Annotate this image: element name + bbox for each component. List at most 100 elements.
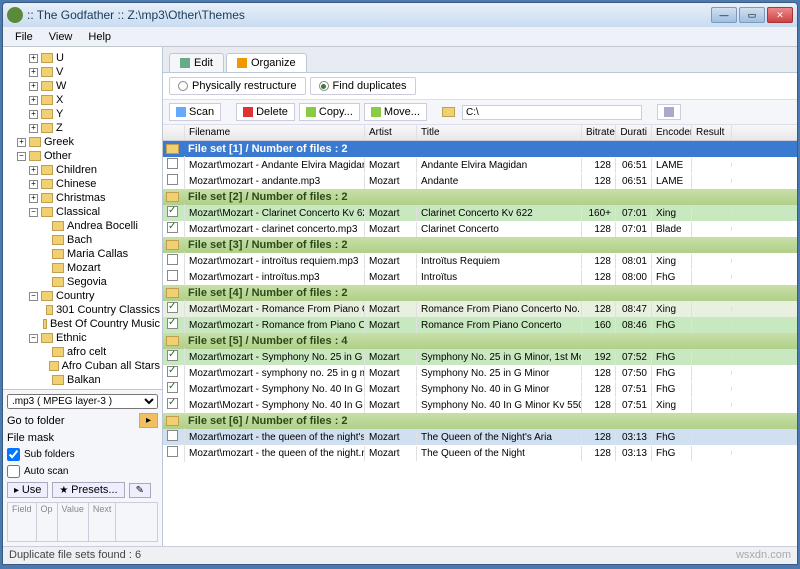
file-row[interactable]: Mozart\mozart - Andante Elvira Magidan.m… — [163, 157, 797, 173]
tree-node[interactable]: +Z — [5, 121, 160, 135]
row-checkbox[interactable] — [167, 398, 178, 409]
grid-header[interactable]: Filename Artist Title Bitrate Durati Enc… — [163, 125, 797, 141]
format-select[interactable]: .mp3 ( MPEG layer-3 ) — [7, 394, 158, 409]
tree-node[interactable]: −Other — [5, 149, 160, 163]
col-duration[interactable]: Durati — [616, 125, 652, 140]
col-artist[interactable]: Artist — [365, 125, 417, 140]
maximize-button[interactable]: ▭ — [739, 7, 765, 23]
folder-icon — [442, 107, 455, 117]
goto-button[interactable]: ▸ — [139, 413, 158, 428]
window-title: :: The Godfather :: Z:\mp3\Other\Themes — [27, 8, 711, 22]
tree-node[interactable]: 301 Country Classics — [5, 303, 160, 317]
tree-node[interactable]: Best Of Country Music — [5, 317, 160, 331]
tree-node[interactable]: +Y — [5, 107, 160, 121]
file-row[interactable]: Mozart\mozart - Romance from Piano Conce… — [163, 317, 797, 333]
row-checkbox[interactable] — [167, 382, 178, 393]
file-row[interactable]: Mozart\mozart - the queen of the night's… — [163, 429, 797, 445]
row-checkbox[interactable] — [167, 254, 178, 265]
col-filename[interactable]: Filename — [185, 125, 365, 140]
menu-help[interactable]: Help — [80, 29, 119, 45]
tree-node[interactable]: −Classical — [5, 205, 160, 219]
tab-edit[interactable]: Edit — [169, 53, 224, 72]
tree-node[interactable]: +X — [5, 93, 160, 107]
use-button[interactable]: ▸ Use — [7, 482, 48, 498]
tree-node[interactable]: +W — [5, 79, 160, 93]
app-icon — [7, 7, 23, 23]
settings-button[interactable] — [657, 104, 681, 120]
tree-node[interactable]: +Children — [5, 163, 160, 177]
row-checkbox[interactable] — [167, 350, 178, 361]
tree-node[interactable]: Segovia — [5, 275, 160, 289]
folder-tree[interactable]: +U+V+W+X+Y+Z+Greek−Other+Children+Chines… — [3, 47, 162, 389]
row-checkbox[interactable] — [167, 222, 178, 233]
tree-node[interactable]: +Chinese — [5, 177, 160, 191]
tree-node[interactable]: +V — [5, 65, 160, 79]
sub-tabs: Physically restructure Find duplicates — [163, 73, 797, 100]
col-result[interactable]: Result — [692, 125, 732, 140]
edit-preset-button[interactable]: ✎ — [129, 483, 151, 498]
file-row[interactable]: Mozart\mozart - Symphony No. 25 in G Min… — [163, 349, 797, 365]
col-bitrate[interactable]: Bitrate — [582, 125, 616, 140]
results-grid[interactable]: Filename Artist Title Bitrate Durati Enc… — [163, 125, 797, 546]
scan-button[interactable]: Scan — [169, 103, 221, 121]
file-row[interactable]: Mozart\mozart - Symphony No. 40 In G Min… — [163, 381, 797, 397]
left-pane: +U+V+W+X+Y+Z+Greek−Other+Children+Chines… — [3, 47, 163, 546]
col-encoder[interactable]: Encoder — [652, 125, 692, 140]
tree-node[interactable]: Afro Cuban all Stars — [5, 359, 160, 373]
autoscan-check[interactable] — [7, 465, 20, 478]
tree-node[interactable]: −Ethnic — [5, 331, 160, 345]
delete-button[interactable]: Delete — [236, 103, 295, 121]
tree-node[interactable]: afro celt — [5, 345, 160, 359]
filter-grid[interactable]: FieldOpValueNext — [7, 502, 158, 542]
menu-view[interactable]: View — [41, 29, 81, 45]
path-input[interactable] — [462, 105, 642, 120]
fileset-header[interactable]: File set [4] / Number of files : 2 — [163, 285, 797, 301]
tree-node[interactable]: Bach — [5, 233, 160, 247]
file-row[interactable]: Mozart\mozart - clarinet concerto.mp3Moz… — [163, 221, 797, 237]
file-row[interactable]: Mozart\Mozart - Clarinet Concerto Kv 622… — [163, 205, 797, 221]
fileset-header[interactable]: File set [5] / Number of files : 4 — [163, 333, 797, 349]
file-row[interactable]: Mozart\mozart - the queen of the night.m… — [163, 445, 797, 461]
fileset-header[interactable]: File set [2] / Number of files : 2 — [163, 189, 797, 205]
file-row[interactable]: Mozart\mozart - introïtus requiem.mp3Moz… — [163, 253, 797, 269]
row-checkbox[interactable] — [167, 446, 178, 457]
fileset-header[interactable]: File set [6] / Number of files : 2 — [163, 413, 797, 429]
tree-node[interactable]: +Christmas — [5, 191, 160, 205]
col-check[interactable] — [163, 125, 185, 140]
tree-node[interactable]: +Greek — [5, 135, 160, 149]
opt-find-duplicates[interactable]: Find duplicates — [310, 77, 416, 95]
tree-node[interactable]: Andrea Bocelli — [5, 219, 160, 233]
row-checkbox[interactable] — [167, 302, 178, 313]
menu-file[interactable]: File — [7, 29, 41, 45]
titlebar[interactable]: :: The Godfather :: Z:\mp3\Other\Themes … — [3, 3, 797, 27]
presets-button[interactable]: ★ Presets... — [52, 482, 124, 498]
filemask-label: File mask — [7, 432, 54, 444]
row-checkbox[interactable] — [167, 318, 178, 329]
file-row[interactable]: Mozart\Mozart - Symphony No. 40 In G Min… — [163, 397, 797, 413]
tab-organize[interactable]: Organize — [226, 53, 307, 72]
tree-node[interactable]: Mozart — [5, 261, 160, 275]
fileset-header[interactable]: File set [1] / Number of files : 2 — [163, 141, 797, 157]
file-row[interactable]: Mozart\mozart - andante.mp3MozartAndante… — [163, 173, 797, 189]
file-row[interactable]: Mozart\Mozart - Romance From Piano Conce… — [163, 301, 797, 317]
tree-node[interactable]: Balkan — [5, 373, 160, 387]
tree-node[interactable]: +U — [5, 51, 160, 65]
fileset-header[interactable]: File set [3] / Number of files : 2 — [163, 237, 797, 253]
row-checkbox[interactable] — [167, 366, 178, 377]
col-title[interactable]: Title — [417, 125, 582, 140]
opt-restructure[interactable]: Physically restructure — [169, 77, 306, 95]
tree-node[interactable]: Maria Callas — [5, 247, 160, 261]
subfolders-check[interactable] — [7, 448, 20, 461]
row-checkbox[interactable] — [167, 206, 178, 217]
row-checkbox[interactable] — [167, 430, 178, 441]
move-button[interactable]: Move... — [364, 103, 427, 121]
minimize-button[interactable]: — — [711, 7, 737, 23]
row-checkbox[interactable] — [167, 174, 178, 185]
file-row[interactable]: Mozart\mozart - introïtus.mp3MozartIntro… — [163, 269, 797, 285]
row-checkbox[interactable] — [167, 158, 178, 169]
file-row[interactable]: Mozart\mozart - symphony no. 25 in g min… — [163, 365, 797, 381]
row-checkbox[interactable] — [167, 270, 178, 281]
tree-node[interactable]: −Country — [5, 289, 160, 303]
copy-button[interactable]: Copy... — [299, 103, 360, 121]
close-button[interactable]: ✕ — [767, 7, 793, 23]
